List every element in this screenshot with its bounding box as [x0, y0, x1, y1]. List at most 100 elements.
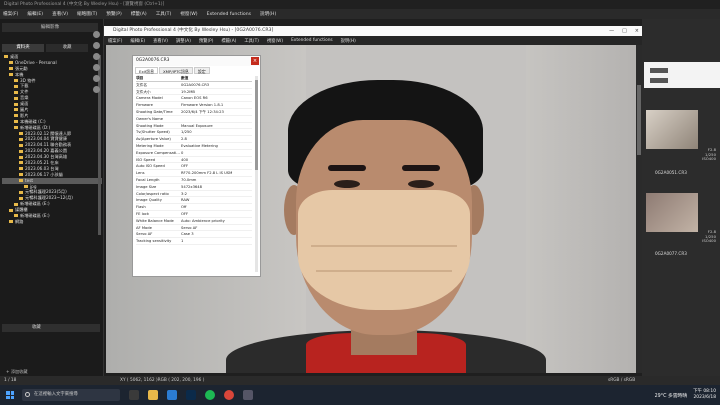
menu-tools[interactable]: 工具(T)	[156, 11, 172, 17]
menu-view[interactable]: 查看(V)	[52, 11, 68, 17]
menu-preview[interactable]: 預覽(P)	[106, 11, 122, 17]
tool-icon[interactable]	[93, 31, 100, 38]
maximize-icon[interactable]: □	[622, 26, 627, 36]
image-count: 1 / 18	[4, 378, 17, 383]
exif-value: RAW	[181, 198, 190, 203]
exif-value: 2.8	[181, 137, 187, 142]
info-window-title: 0G2A0076.CR3	[133, 56, 260, 66]
folder-icon	[9, 67, 13, 71]
exif-key: Shooting Date/Time	[136, 109, 173, 114]
edit-image-button[interactable]: 編輯影像	[2, 23, 98, 32]
menu-window[interactable]: 視窗(W)	[180, 11, 197, 17]
exif-row: White Balance Mode Auto: Ambience priorit…	[136, 218, 252, 225]
column-value: 數值	[181, 76, 189, 80]
tool-icon[interactable]	[93, 53, 100, 60]
file-explorer-icon[interactable]	[148, 390, 158, 400]
inner-menu-preview[interactable]: 預覽(P)	[199, 38, 214, 44]
info-window: 0G2A0076.CR3 × Exif訊息 XMP/IPTC訊息 設定 項目 數值…	[132, 55, 261, 277]
menu-help[interactable]: 說明(H)	[260, 11, 276, 17]
inner-menu-edit[interactable]: 編輯(E)	[130, 38, 145, 44]
tab-xmp-iptc[interactable]: XMP/IPTC訊息	[159, 67, 193, 74]
tab-settings[interactable]: 設定	[193, 67, 210, 74]
clock[interactable]: 下午 08:10 2023/6/18	[693, 389, 716, 400]
folder-icon	[14, 108, 18, 112]
folder-icon	[14, 102, 18, 106]
add-favorite-button[interactable]: + 添加收藏	[6, 369, 28, 375]
inner-menu-view[interactable]: 查看(V)	[153, 38, 168, 44]
background-blur	[526, 45, 636, 373]
inner-menu-file[interactable]: 檔案(F)	[108, 38, 122, 44]
close-icon[interactable]: ×	[635, 26, 639, 36]
windows-start-icon[interactable]	[6, 391, 14, 399]
thumbnail-image[interactable]	[646, 193, 698, 232]
taskbar-search-input[interactable]: 在這裡輸入文字來搜尋	[22, 389, 120, 401]
folder-icon	[14, 84, 18, 88]
tool-icon[interactable]	[93, 42, 100, 49]
inner-menu-tools[interactable]: 工具(T)	[244, 38, 259, 44]
inner-menu-help[interactable]: 說明(H)	[341, 38, 356, 44]
toolbar-control[interactable]	[650, 68, 668, 73]
inner-title-text: Digital Photo Professional 4 (中文化 By Wes…	[113, 28, 274, 33]
tab-favorites[interactable]: 收藏	[46, 44, 88, 52]
toolbar-control[interactable]	[650, 78, 668, 83]
menu-file[interactable]: 檔案(F)	[3, 11, 18, 17]
photo-brow	[402, 165, 440, 171]
tool-icon[interactable]	[93, 86, 100, 93]
exif-key: Focal Length	[136, 177, 160, 182]
menu-label[interactable]: 標籤(A)	[131, 11, 147, 17]
tree-item[interactable]: 網路	[2, 219, 102, 225]
folder-icon	[19, 190, 23, 194]
folder-icon	[19, 167, 23, 171]
tree-item-label: 新增磁碟區 (E:)	[20, 213, 50, 219]
thumbnail-meta: F2.8 1/250 ISO400	[702, 229, 716, 244]
inner-menu-adjust[interactable]: 調整(A)	[176, 38, 191, 44]
exif-value: Case 3	[181, 232, 194, 237]
folder-icon	[14, 120, 18, 124]
menu-thumbnail[interactable]: 縮略圖(T)	[77, 11, 97, 17]
exif-value: Canon EOS R6	[181, 96, 208, 101]
folder-tree: 桌面 OneDrive - Personal 張元勳 本機 3D 物件 下載 文件 音樂 桌面圖…	[2, 54, 102, 225]
photoshop-icon[interactable]	[186, 390, 196, 400]
inner-menu-extended[interactable]: Extended functions	[291, 38, 333, 43]
task-view-icon[interactable]	[129, 390, 139, 400]
tool-icon[interactable]	[93, 75, 100, 82]
info-scroll-thumb[interactable]	[255, 80, 258, 170]
inner-menu-window[interactable]: 視窗(W)	[267, 38, 283, 44]
weather[interactable]: 29°C 多雲時晴	[655, 392, 688, 399]
folder-icon	[14, 90, 18, 94]
exif-value: 5472x3648	[181, 184, 202, 189]
exif-value: Firmware Version 1.8.1	[181, 103, 224, 108]
menu-extended[interactable]: Extended functions	[207, 12, 251, 17]
minimize-icon[interactable]: —	[609, 26, 614, 36]
dpp-icon[interactable]	[243, 390, 253, 400]
photo-brow	[328, 165, 366, 171]
photo-eye	[334, 180, 360, 188]
edge-icon[interactable]	[167, 390, 177, 400]
tree-item-label: 網路	[15, 218, 24, 224]
menu-edit[interactable]: 編輯(E)	[27, 11, 43, 17]
chrome-icon[interactable]	[224, 390, 234, 400]
exif-value: Off	[181, 205, 187, 210]
folder-icon	[19, 143, 23, 147]
folder-icon	[9, 73, 13, 77]
folder-icon	[24, 185, 28, 189]
tool-icon[interactable]	[93, 64, 100, 71]
thumbnail-image[interactable]	[646, 110, 698, 149]
exif-key: Av(Aperture Value)	[136, 137, 171, 142]
inner-menu-label[interactable]: 標籤(A)	[221, 38, 236, 44]
close-icon[interactable]: ×	[251, 57, 259, 65]
viewer-scroll-thumb[interactable]	[637, 85, 641, 155]
exif-key: White Balance Mode	[136, 218, 174, 223]
exif-row: Owner's Name	[136, 116, 252, 123]
spotify-icon[interactable]	[205, 390, 215, 400]
exif-row: AF Mode Servo AF	[136, 225, 252, 232]
exif-row: Lens RF70-200mm F2.8 L IS USM	[136, 170, 252, 177]
info-scrollbar[interactable]	[255, 76, 258, 272]
exif-key: AF Mode	[136, 225, 152, 230]
tab-folders[interactable]: 資料夾	[2, 44, 44, 52]
folder-icon	[14, 79, 18, 82]
tab-exif[interactable]: Exif訊息	[135, 67, 158, 74]
exif-key: Shooting Mode	[136, 123, 164, 128]
folder-icon	[14, 126, 18, 130]
folder-icon	[19, 149, 23, 153]
